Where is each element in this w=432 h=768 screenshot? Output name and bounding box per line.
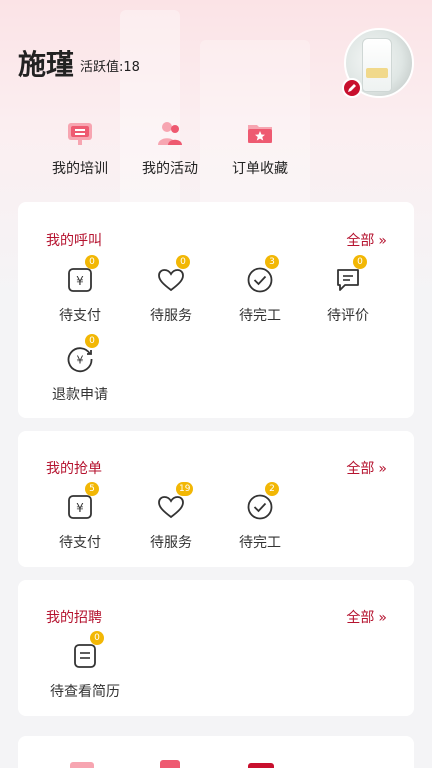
status-label: 待支付 — [59, 308, 101, 324]
all-label: 全部 — [346, 233, 375, 249]
chevron-right-icon: » — [378, 461, 387, 477]
count-badge: 19 — [176, 482, 194, 496]
service-icon-partial — [160, 760, 180, 768]
calls-all-link[interactable]: 全部» — [346, 230, 387, 250]
quick-nav-activity[interactable]: 我的活动 — [125, 118, 215, 178]
count-badge: 0 — [176, 255, 190, 269]
pencil-icon[interactable] — [342, 78, 362, 98]
recruit-all-link[interactable]: 全部» — [346, 607, 387, 627]
quick-nav-label: 我的培训 — [52, 161, 108, 177]
call-status-pending-service[interactable]: 0 待服务 — [131, 255, 211, 325]
count-badge: 0 — [85, 255, 99, 269]
status-label: 待服务 — [150, 308, 192, 324]
recruit-card: 我的招聘 全部» 0 待查看简历 — [18, 580, 414, 716]
recruit-status-pending-resume[interactable]: 0 待查看简历 — [45, 631, 125, 701]
grab-status-pending-payment[interactable]: ¥ 5 待支付 — [40, 482, 120, 552]
activity-value: 活跃值:18 — [80, 60, 140, 75]
svg-text:¥: ¥ — [76, 501, 84, 515]
comment-icon: 0 — [334, 255, 367, 294]
status-label: 待支付 — [59, 535, 101, 551]
quick-nav-favorites[interactable]: 订单收藏 — [215, 118, 305, 178]
quick-nav: 我的培训 我的活动 订单收藏 — [0, 118, 432, 188]
chevron-right-icon: » — [378, 233, 387, 249]
all-label: 全部 — [346, 461, 375, 477]
recruit-title: 我的招聘 — [46, 610, 102, 626]
count-badge: 0 — [353, 255, 367, 269]
training-icon — [65, 118, 95, 148]
avatar-photo-cup — [362, 38, 392, 92]
check-circle-icon: 2 — [246, 482, 279, 521]
call-status-pending-review[interactable]: 0 待评价 — [308, 255, 388, 325]
avatar-photo-label — [366, 68, 388, 78]
svg-text:¥: ¥ — [76, 274, 84, 288]
yuan-icon: ¥ 5 — [66, 482, 99, 521]
user-name: 施瑾 — [18, 48, 75, 81]
heart-icon: 19 — [157, 482, 194, 521]
status-label: 待查看简历 — [50, 684, 120, 700]
call-status-refund[interactable]: ¥ 0 退款申请 — [40, 334, 120, 404]
service-icon-partial — [70, 762, 94, 768]
more-services-card — [18, 736, 414, 768]
grabs-card: 我的抢单 全部» ¥ 5 待支付 19 待服务 2 待完工 — [18, 431, 414, 567]
resume-icon: 0 — [71, 631, 104, 670]
status-label: 待服务 — [150, 535, 192, 551]
grab-status-pending-completion[interactable]: 2 待完工 — [220, 482, 300, 552]
all-label: 全部 — [346, 610, 375, 626]
status-label: 待完工 — [239, 535, 281, 551]
calls-card: 我的呼叫 全部» ¥ 0 待支付 0 待服务 3 待完工 0 待评价 ¥ 0 退… — [18, 202, 414, 418]
svg-text:¥: ¥ — [77, 354, 84, 367]
count-badge: 0 — [90, 631, 104, 645]
call-status-pending-completion[interactable]: 3 待完工 — [220, 255, 300, 325]
activity-icon — [155, 118, 185, 148]
count-badge: 2 — [265, 482, 279, 496]
quick-nav-label: 订单收藏 — [232, 161, 288, 177]
heart-icon: 0 — [157, 255, 190, 294]
status-label: 退款申请 — [52, 387, 108, 403]
status-label: 待完工 — [239, 308, 281, 324]
count-badge: 0 — [85, 334, 99, 348]
check-circle-icon: 3 — [246, 255, 279, 294]
count-badge: 5 — [85, 482, 99, 496]
yuan-icon: ¥ 0 — [66, 255, 99, 294]
chevron-right-icon: » — [378, 610, 387, 626]
count-badge: 3 — [265, 255, 279, 269]
favorite-order-icon — [245, 118, 275, 148]
grab-status-pending-service[interactable]: 19 待服务 — [131, 482, 211, 552]
refund-icon: ¥ 0 — [66, 334, 99, 373]
service-icon-partial — [248, 763, 274, 768]
quick-nav-label: 我的活动 — [142, 161, 198, 177]
grabs-title: 我的抢单 — [46, 461, 102, 477]
quick-nav-training[interactable]: 我的培训 — [35, 118, 125, 178]
call-status-pending-payment[interactable]: ¥ 0 待支付 — [40, 255, 120, 325]
status-label: 待评价 — [327, 308, 369, 324]
grabs-all-link[interactable]: 全部» — [346, 458, 387, 478]
calls-title: 我的呼叫 — [46, 233, 102, 249]
